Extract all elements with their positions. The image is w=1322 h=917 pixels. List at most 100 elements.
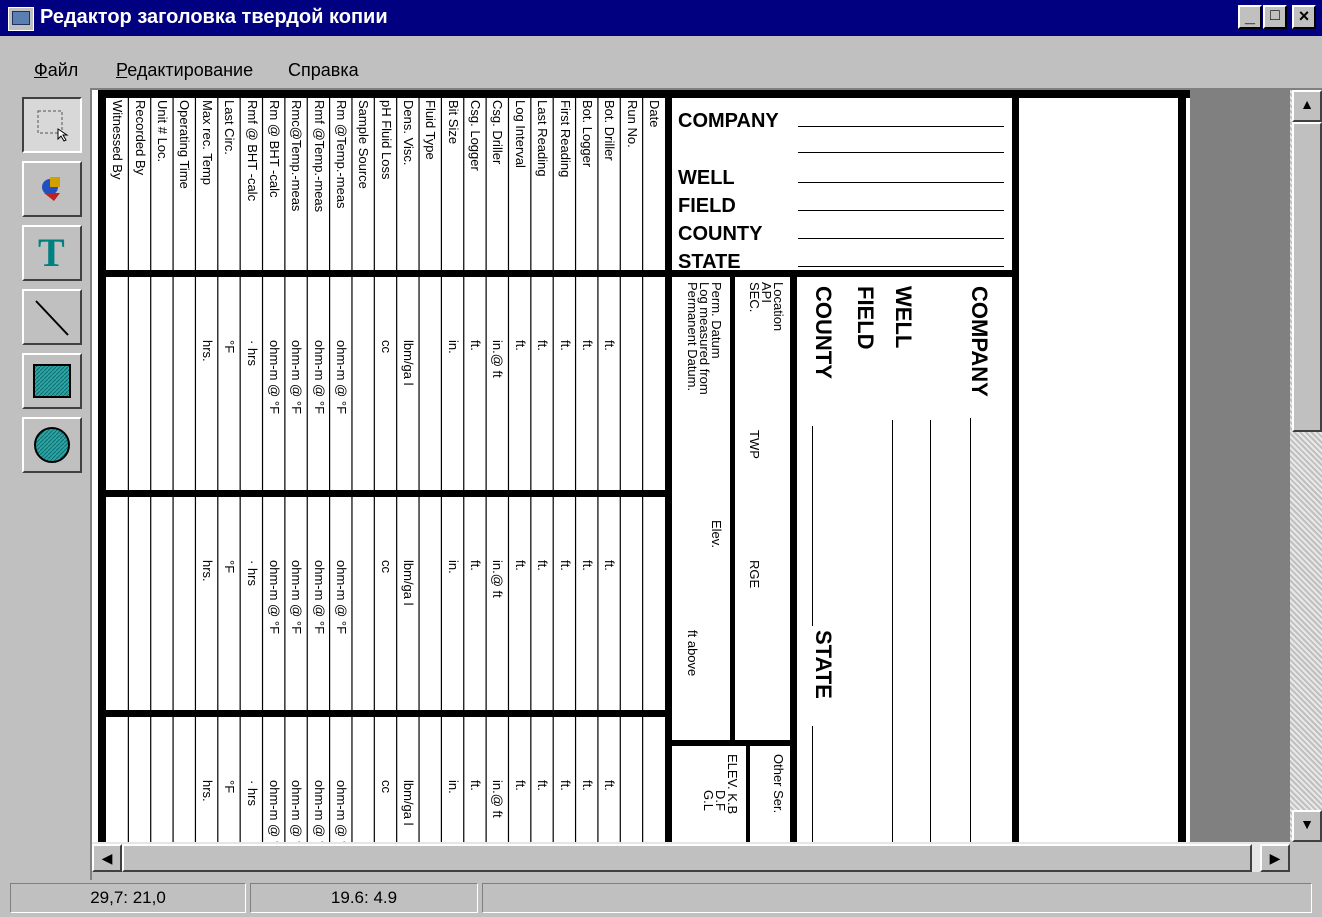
field-label[interactable]: FIELD xyxy=(678,195,736,218)
unit-label-18-1[interactable]: · hrs xyxy=(245,560,260,586)
unit-label-17-1[interactable]: ohm-m @ °F xyxy=(267,560,282,634)
unit-label-5-1[interactable]: ft. xyxy=(535,560,550,571)
vertical-scroll-thumb[interactable] xyxy=(1292,122,1322,432)
company-label[interactable]: COMPANY xyxy=(678,110,779,133)
ft-above-label[interactable]: ft above xyxy=(685,630,700,676)
unit-label-16-1[interactable]: ohm-m @ °F xyxy=(289,560,304,634)
field-label-4[interactable]: First Reading xyxy=(558,100,573,177)
field-label-9[interactable]: Bit Size xyxy=(446,100,461,144)
state-rotated[interactable]: STATE xyxy=(810,630,836,699)
field-label-11[interactable]: Dens. Visc. xyxy=(401,100,416,166)
unit-label-19-2[interactable]: °F xyxy=(222,780,237,793)
field-label-3[interactable]: Bot. Logger xyxy=(580,100,595,167)
field-label-6[interactable]: Log Interval xyxy=(513,100,528,168)
unit-label-14-1[interactable]: ohm-m @ °F xyxy=(334,560,349,634)
unit-label-9-2[interactable]: in. xyxy=(446,780,461,794)
select-tool-button[interactable] xyxy=(22,97,82,153)
unit-label-17-0[interactable]: ohm-m @ °F xyxy=(267,340,282,414)
unit-label-11-2[interactable]: lbm/ga l xyxy=(401,780,416,826)
sec-label[interactable]: SEC. xyxy=(747,282,762,312)
unit-label-18-0[interactable]: · hrs xyxy=(245,340,260,366)
unit-label-7-1[interactable]: in.@ ft xyxy=(490,560,505,598)
line-tool-button[interactable] xyxy=(22,289,82,345)
well-rotated[interactable]: WELL xyxy=(890,286,916,348)
unit-label-7-0[interactable]: in.@ ft xyxy=(490,340,505,378)
horizontal-scroll-thumb[interactable] xyxy=(122,844,1252,872)
field-label-13[interactable]: Sample Source xyxy=(356,100,371,189)
unit-label-17-2[interactable]: ohm-m @ °F xyxy=(267,780,282,842)
unit-label-19-1[interactable]: °F xyxy=(222,560,237,573)
field-label-23[interactable]: Recorded By xyxy=(133,100,148,175)
field-label-0[interactable]: Date xyxy=(647,100,662,127)
field-label-17[interactable]: Rm @ BHT -calc xyxy=(267,100,282,197)
unit-label-5-0[interactable]: ft. xyxy=(535,340,550,351)
unit-label-15-1[interactable]: ohm-m @ °F xyxy=(312,560,327,634)
menu-help[interactable]: Справка xyxy=(288,60,359,81)
unit-label-8-2[interactable]: ft. xyxy=(468,780,483,791)
rectangle-tool-button[interactable] xyxy=(22,353,82,409)
field-label-20[interactable]: Max rec. Temp xyxy=(200,100,215,185)
unit-label-14-0[interactable]: ohm-m @ °F xyxy=(334,340,349,414)
unit-label-9-0[interactable]: in. xyxy=(446,340,461,354)
minimize-button[interactable]: _ xyxy=(1238,5,1262,29)
menu-file[interactable]: Файл xyxy=(34,60,78,81)
unit-label-12-2[interactable]: cc xyxy=(379,780,394,793)
gl-label[interactable]: G.L xyxy=(701,790,716,811)
text-tool-button[interactable]: T xyxy=(22,225,82,281)
field-label-19[interactable]: Last Circ. xyxy=(222,100,237,155)
scroll-right-button[interactable]: ▶ xyxy=(1260,844,1290,872)
field-label-12[interactable]: pH Fluid Loss xyxy=(379,100,394,179)
unit-label-3-1[interactable]: ft. xyxy=(580,560,595,571)
unit-label-11-0[interactable]: lbm/ga l xyxy=(401,340,416,386)
scroll-left-button[interactable]: ◀ xyxy=(92,844,122,872)
unit-label-9-1[interactable]: in. xyxy=(446,560,461,574)
maximize-button[interactable]: □ xyxy=(1263,5,1287,29)
field-label-22[interactable]: Unit # Loc. xyxy=(155,100,170,162)
menu-edit[interactable]: Редактирование xyxy=(116,60,253,81)
field-label-1[interactable]: Run No. xyxy=(625,100,640,148)
unit-label-3-0[interactable]: ft. xyxy=(580,340,595,351)
state-label[interactable]: STATE xyxy=(678,251,741,274)
unit-label-16-0[interactable]: ohm-m @ °F xyxy=(289,340,304,414)
field-label-16[interactable]: Rmc@Temp.-meas xyxy=(289,100,304,211)
unit-label-4-2[interactable]: ft. xyxy=(558,780,573,791)
field-label-24[interactable]: Witnessed By xyxy=(110,100,125,179)
unit-label-18-2[interactable]: · hrs xyxy=(245,780,260,806)
image-tool-button[interactable] xyxy=(22,161,82,217)
unit-label-6-1[interactable]: ft. xyxy=(513,560,528,571)
unit-label-16-2[interactable]: ohm-m @ °F xyxy=(289,780,304,842)
unit-label-3-2[interactable]: ft. xyxy=(580,780,595,791)
unit-label-2-1[interactable]: ft. xyxy=(602,560,617,571)
unit-label-6-2[interactable]: ft. xyxy=(513,780,528,791)
field-label-10[interactable]: Fluid Type xyxy=(423,100,438,160)
unit-label-5-2[interactable]: ft. xyxy=(535,780,550,791)
twp-label[interactable]: TWP xyxy=(747,430,762,459)
field-rotated[interactable]: FIELD xyxy=(852,286,878,350)
field-label-8[interactable]: Csg. Logger xyxy=(468,100,483,171)
unit-label-6-0[interactable]: ft. xyxy=(513,340,528,351)
county-label[interactable]: COUNTY xyxy=(678,223,762,246)
ellipse-tool-button[interactable] xyxy=(22,417,82,473)
vertical-scrollbar[interactable]: ▲ ▼ xyxy=(1290,90,1322,842)
unit-label-12-0[interactable]: cc xyxy=(379,340,394,353)
field-label-15[interactable]: Rmf @Temp.-meas xyxy=(312,100,327,212)
unit-label-14-2[interactable]: ohm-m @ °F xyxy=(334,780,349,842)
county-rotated[interactable]: COUNTY xyxy=(810,286,836,379)
horizontal-scrollbar[interactable]: ◀ ▶ xyxy=(92,842,1290,872)
other-services-label[interactable]: Other Ser. xyxy=(771,754,786,813)
close-button[interactable]: × xyxy=(1292,5,1316,29)
scroll-up-button[interactable]: ▲ xyxy=(1292,90,1322,122)
field-label-14[interactable]: Rm @Temp.-meas xyxy=(334,100,349,209)
company-rotated[interactable]: COMPANY xyxy=(966,286,992,397)
unit-label-20-1[interactable]: hrs. xyxy=(200,560,215,582)
document-canvas[interactable]: Date Run No. Bot. Driller Bot. Logger First … xyxy=(92,90,1290,842)
unit-label-20-2[interactable]: hrs. xyxy=(200,780,215,802)
unit-label-8-1[interactable]: ft. xyxy=(468,560,483,571)
permanent-datum-label[interactable]: Permanent Datum. xyxy=(685,282,700,391)
field-label-7[interactable]: Csg. Driller xyxy=(490,100,505,164)
unit-label-11-1[interactable]: lbm/ga l xyxy=(401,560,416,606)
elev-label[interactable]: Elev. xyxy=(709,520,724,548)
well-label[interactable]: WELL xyxy=(678,167,735,190)
field-label-5[interactable]: Last Reading xyxy=(535,100,550,177)
unit-label-15-2[interactable]: ohm-m @ °F xyxy=(312,780,327,842)
